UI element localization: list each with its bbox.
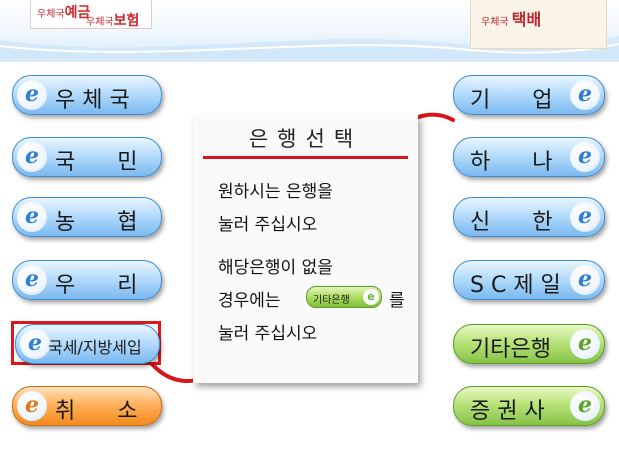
e-icon: e — [570, 202, 600, 232]
e-icon: e — [17, 80, 47, 110]
button-label: 우 리 — [55, 273, 138, 298]
bank-button-sc-first[interactable]: e S C 제 일 — [453, 260, 605, 300]
bank-button-nonghyup[interactable]: e 농 협 — [12, 197, 162, 237]
e-icon: e — [17, 391, 47, 421]
button-label: 국 민 — [55, 150, 138, 175]
e-icon: e — [570, 265, 600, 295]
bank-button-hana[interactable]: e 하 나 — [453, 137, 605, 177]
post-bank-insurance-logo: 우체국예금 우체국보험 — [30, 0, 152, 29]
button-label: 국세/지방세입 — [48, 338, 142, 357]
e-icon: e — [570, 80, 600, 110]
e-icon: e — [570, 329, 600, 359]
bank-button-ibk[interactable]: e 기 업 — [453, 75, 605, 115]
instruction-line-2: 눌러 주십시오 — [218, 215, 318, 235]
button-label: 하 나 — [470, 150, 553, 175]
instruction-line-5: 눌러 주십시오 — [218, 324, 318, 344]
instruction-line-4-post: 를 — [389, 291, 405, 311]
e-icon: e — [17, 265, 47, 295]
bank-button-post-office[interactable]: e 우 체 국 — [12, 75, 162, 115]
e-icon: e — [17, 142, 47, 172]
panel-title: 은행선택 — [248, 127, 363, 151]
button-label: 기 업 — [470, 88, 553, 113]
instruction-line-1: 원하시는 은행을 — [218, 182, 333, 202]
button-label: S C 제 일 — [470, 273, 561, 298]
button-label: 기타은행 — [470, 337, 551, 362]
securities-button[interactable]: e 증 권 사 — [453, 386, 605, 426]
other-bank-inline-badge: 기타은행 e — [306, 286, 382, 308]
button-label: 농 협 — [55, 210, 138, 235]
post-parcel-logo: 우체국 택배 — [470, 0, 607, 49]
e-icon: e — [17, 202, 47, 232]
header-banner: 우체국예금 우체국보험 우체국 택배 — [0, 0, 619, 62]
bank-button-shinhan[interactable]: e 신 한 — [453, 197, 605, 237]
bank-button-national-local-tax[interactable]: e 국세/지방세입 — [15, 324, 160, 364]
button-label: 취 소 — [55, 399, 138, 424]
button-label: 신 한 — [470, 210, 553, 235]
other-bank-button[interactable]: e 기타은행 — [453, 324, 605, 364]
bank-select-panel: 은행선택 원하시는 은행을 눌러 주십시오 해당은행이 없을 경우에는 기타은행… — [193, 115, 418, 383]
e-icon: e — [20, 329, 50, 359]
e-icon: e — [363, 289, 379, 305]
title-underline — [203, 156, 408, 159]
button-label: 증 권 사 — [470, 399, 545, 424]
bank-button-kookmin[interactable]: e 국 민 — [12, 137, 162, 177]
instruction-line-3: 해당은행이 없을 — [218, 258, 333, 278]
instruction-line-4-pre: 경우에는 — [218, 291, 281, 311]
e-icon: e — [570, 391, 600, 421]
e-icon: e — [570, 142, 600, 172]
bank-button-woori[interactable]: e 우 리 — [12, 260, 162, 300]
cancel-button[interactable]: e 취 소 — [12, 386, 162, 426]
button-label: 우 체 국 — [55, 88, 130, 113]
